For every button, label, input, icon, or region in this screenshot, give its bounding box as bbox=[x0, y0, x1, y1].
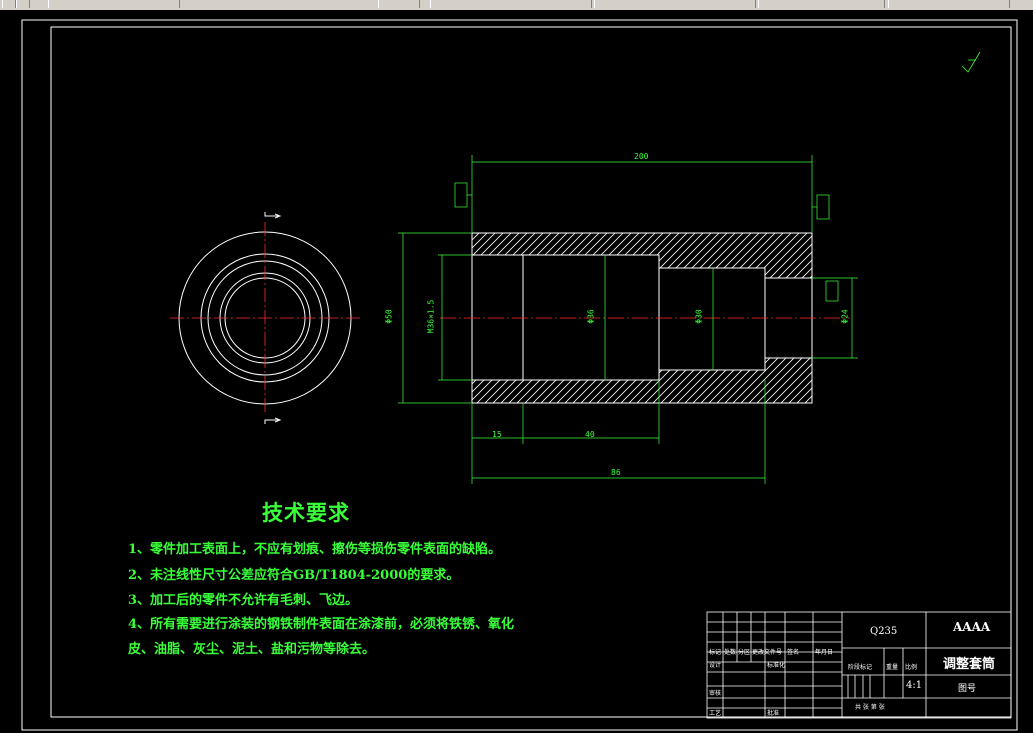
toolbar-dropdown-3[interactable] bbox=[594, 0, 756, 8]
title-block-sheet: 共 张 第 张 bbox=[855, 704, 885, 711]
title-block-scale-label: 比例 bbox=[905, 664, 918, 671]
dim-seg-40: 40 bbox=[585, 430, 595, 439]
title-block-company: AAAA bbox=[953, 620, 991, 634]
dim-seg-15: 15 bbox=[492, 430, 502, 439]
tech-requirement-4: 4、所有需要进行涂装的钢铁制件表面在涂漆前，必须将铁锈、氧化 bbox=[128, 617, 515, 632]
rev-header-count: 处数 bbox=[724, 649, 737, 656]
title-block-drawing-no: 图号 bbox=[958, 684, 977, 694]
title-block-part-name: 调整套筒 bbox=[943, 657, 996, 672]
dim-phi-mid: Φ36 bbox=[586, 309, 596, 324]
dimension-lines bbox=[398, 155, 858, 484]
title-block-process: 工艺 bbox=[709, 710, 722, 717]
tech-requirement-1: 1、零件加工表面上，不应有划痕、擦伤等损伤零件表面的缺陷。 bbox=[128, 542, 502, 557]
toolbar-dropdown-1[interactable] bbox=[48, 0, 180, 8]
title-block-stage: 阶段标记 bbox=[848, 664, 873, 671]
title-block-review: 审核 bbox=[709, 690, 722, 697]
toolbar-dropdown-2[interactable] bbox=[430, 0, 592, 8]
tech-requirements-title: 技术要求 bbox=[262, 500, 350, 525]
rev-header-doc: 更改文件号 bbox=[752, 649, 783, 656]
rev-header-mark: 标记 bbox=[709, 649, 722, 656]
tech-requirement-2: 2、未注线性尺寸公差应符合GB/T1804-2000的要求。 bbox=[128, 568, 460, 583]
toolbar-dropdown-4[interactable] bbox=[758, 0, 885, 8]
title-block-material: Q235 bbox=[870, 626, 898, 637]
dim-thread: M36×1.5 bbox=[426, 299, 436, 334]
dim-phi-outer: Φ50 bbox=[384, 309, 394, 324]
end-view-centerlines bbox=[170, 222, 360, 414]
toolbar-dropdown-5[interactable] bbox=[888, 0, 1010, 8]
toolbar-button-2[interactable] bbox=[16, 0, 30, 8]
dim-bottom-total: 86 bbox=[611, 468, 621, 477]
tech-requirement-5: 皮、油脂、灰尘、泥土、盐和污物等除去。 bbox=[128, 642, 376, 657]
tech-requirement-3: 3、加工后的零件不允许有毛刺、飞边。 bbox=[128, 593, 359, 608]
rev-header-zone: 分区 bbox=[738, 649, 751, 656]
title-block-weight: 重量 bbox=[886, 664, 899, 671]
dim-overall-length: 200 bbox=[634, 152, 649, 161]
cad-viewport[interactable]: 200 86 15 40 Φ50 M36×1.5 Φ36 Φ30 Φ24 技术要… bbox=[0, 10, 1033, 733]
dim-phi-step: Φ30 bbox=[694, 309, 704, 324]
toolbar-button-3[interactable] bbox=[378, 0, 420, 8]
roughness-mark bbox=[961, 51, 981, 73]
rev-header-sign: 签名 bbox=[787, 649, 800, 656]
title-block-scale: 4:1 bbox=[906, 680, 923, 691]
title-block-approve: 批准 bbox=[767, 710, 780, 717]
title-block-standard: 标准化 bbox=[767, 662, 786, 669]
toolbar-button-1[interactable] bbox=[2, 0, 16, 8]
dim-phi-right: Φ24 bbox=[840, 309, 850, 324]
rev-header-date: 年月日 bbox=[815, 649, 834, 656]
title-block-design: 设计 bbox=[709, 662, 722, 669]
